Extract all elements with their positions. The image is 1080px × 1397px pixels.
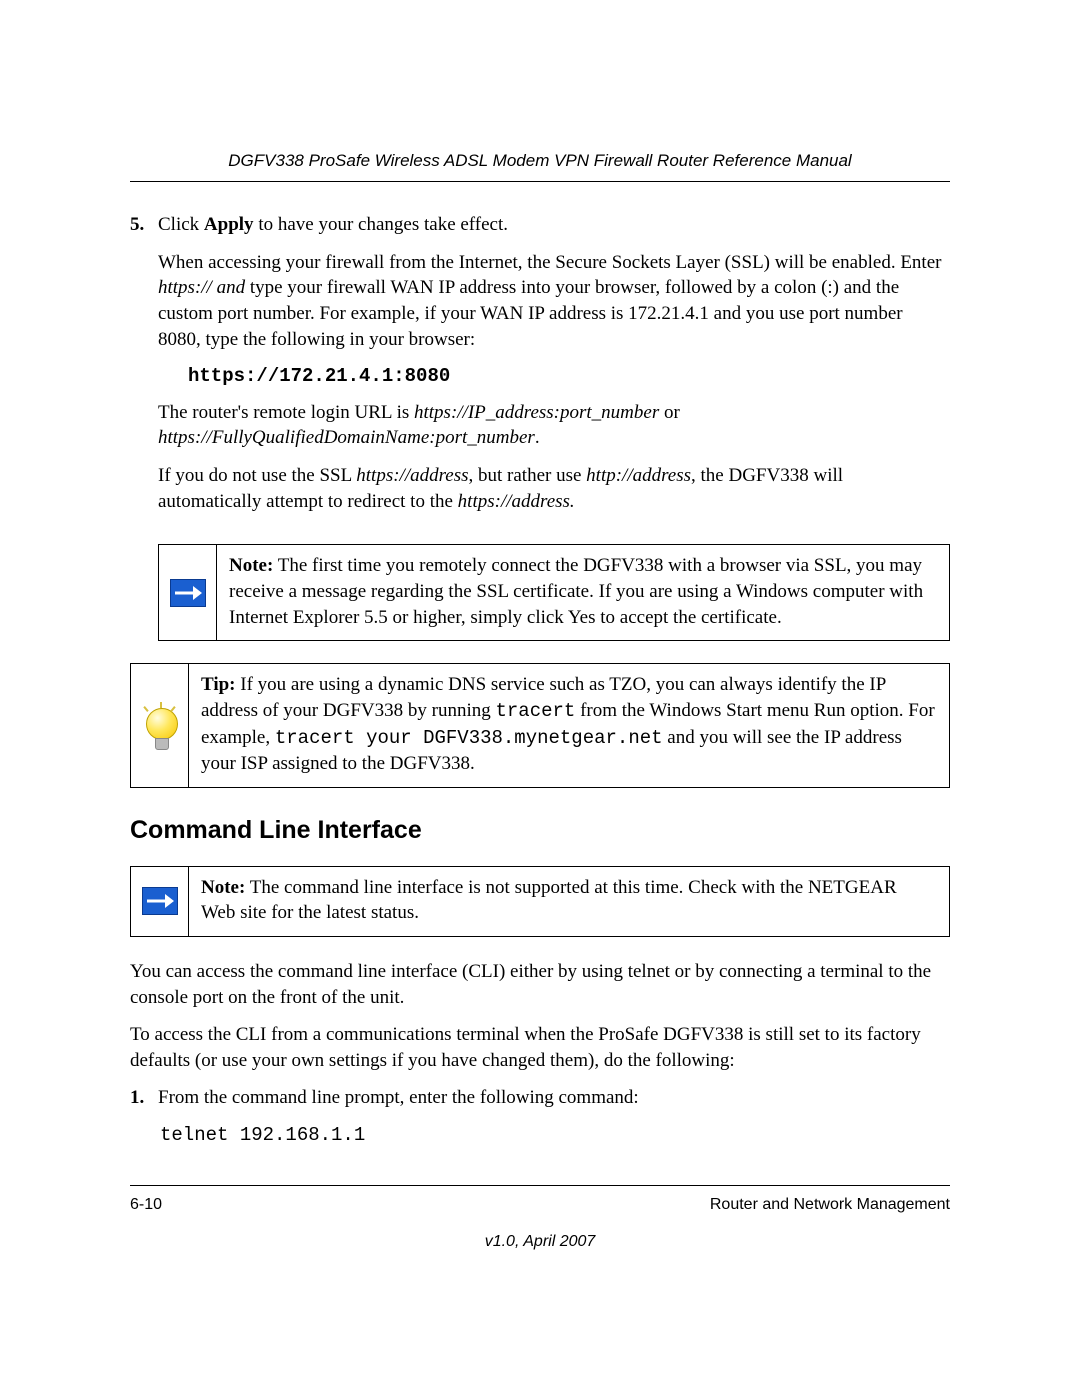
lightbulb-icon — [141, 702, 178, 750]
note-icon-cell — [131, 867, 189, 936]
text: The router's remote login URL is — [158, 402, 414, 423]
text-italic: https://FullyQualifiedDomainName:port_nu… — [158, 427, 535, 448]
tip-callout: Tip: If you are using a dynamic DNS serv… — [130, 663, 950, 788]
tip-icon-cell — [131, 664, 189, 787]
arrow-icon — [170, 579, 206, 607]
section-heading-cli: Command Line Interface — [130, 814, 950, 848]
step-1-text: From the command line prompt, enter the … — [158, 1085, 950, 1111]
code-url-example: https://172.21.4.1:8080 — [188, 364, 950, 390]
step-number: 1. — [130, 1085, 158, 1160]
text-italic: https:// and — [158, 277, 245, 298]
doc-version: v1.0, April 2007 — [130, 1231, 950, 1253]
text: or — [659, 402, 684, 423]
text-italic: https://address. — [458, 491, 575, 512]
note-text: The first time you remotely connect the … — [229, 555, 928, 627]
step-1: 1. From the command line prompt, enter t… — [130, 1085, 950, 1160]
step-5-para4: If you do not use the SSL https://addres… — [158, 463, 950, 514]
code-telnet: telnet 192.168.1.1 — [160, 1123, 950, 1149]
note-body: Note: The command line interface is not … — [189, 867, 949, 936]
step-5-para2: When accessing your firewall from the In… — [158, 250, 950, 353]
chapter-title: Router and Network Management — [710, 1194, 950, 1216]
text: to have your changes take effect. — [254, 214, 508, 235]
note-label: Note: — [201, 877, 245, 898]
step-5-line1: Click Apply to have your changes take ef… — [158, 212, 950, 238]
text: Click — [158, 214, 204, 235]
text: type your firewall WAN IP address into y… — [158, 277, 907, 349]
step-5: 5. Click Apply to have your changes take… — [130, 212, 950, 526]
code-inline: tracert your DGFV338.mynetgear.net — [275, 727, 663, 749]
text-italic: https://address — [356, 465, 468, 486]
text-italic: https://IP_address:port_number — [414, 402, 659, 423]
page-footer: 6-10 Router and Network Management — [130, 1185, 950, 1216]
page-number: 6-10 — [130, 1194, 162, 1216]
text: If you do not use the SSL — [158, 465, 356, 486]
tip-body: Tip: If you are using a dynamic DNS serv… — [189, 664, 949, 787]
note-callout: Note: The first time you remotely connec… — [158, 544, 950, 641]
text: . — [535, 427, 540, 448]
running-head: DGFV338 ProSafe Wireless ADSL Modem VPN … — [130, 150, 950, 182]
text: When accessing your firewall from the In… — [158, 252, 946, 273]
body-para-2: To access the CLI from a communications … — [130, 1022, 950, 1073]
step-5-para3: The router's remote login URL is https:/… — [158, 400, 950, 451]
note-label: Note: — [229, 555, 273, 576]
text-italic: http://address — [586, 465, 691, 486]
tip-label: Tip: — [201, 674, 236, 695]
arrow-icon — [142, 887, 178, 915]
note-text: The command line interface is not suppor… — [201, 877, 901, 924]
note-body: Note: The first time you remotely connec… — [217, 545, 949, 640]
manual-page: DGFV338 ProSafe Wireless ADSL Modem VPN … — [0, 0, 1080, 1397]
body-para-1: You can access the command line interfac… — [130, 959, 950, 1010]
code-inline: tracert — [495, 700, 575, 722]
note-icon-cell — [159, 545, 217, 640]
step-number: 5. — [130, 212, 158, 526]
text: , but rather use — [469, 465, 587, 486]
note-callout: Note: The command line interface is not … — [130, 866, 950, 937]
apply-label: Apply — [204, 214, 254, 235]
